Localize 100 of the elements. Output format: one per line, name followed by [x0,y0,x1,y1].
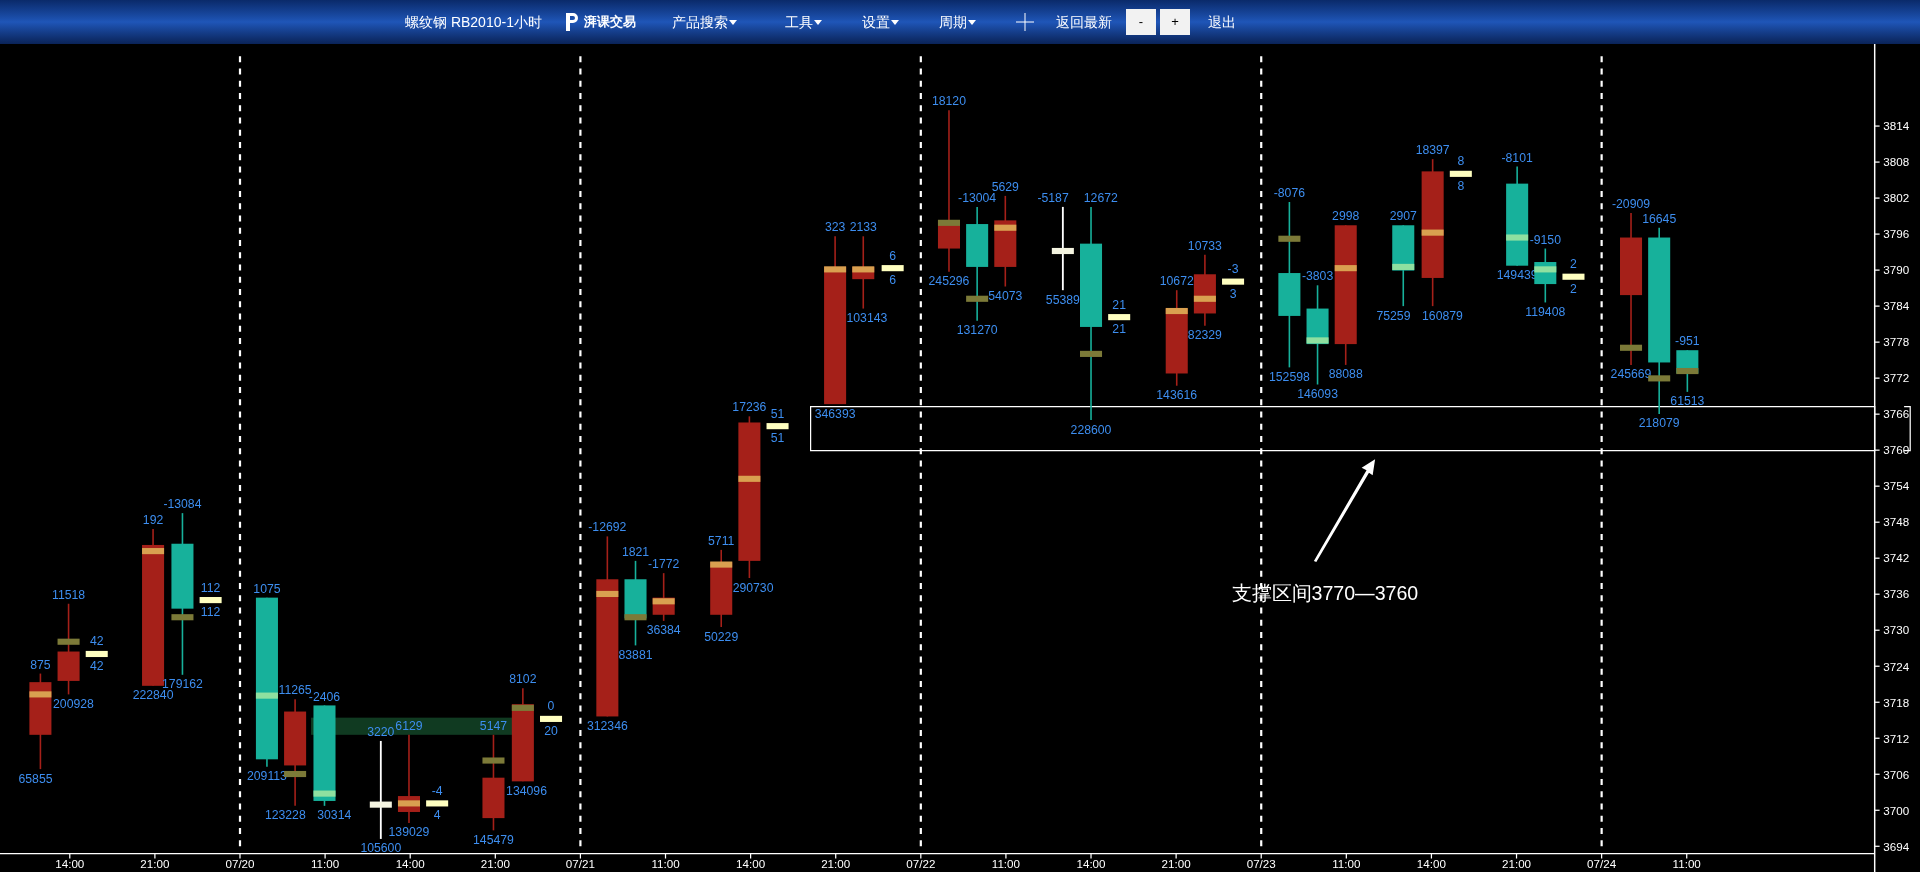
caret-icon [728,19,737,25]
volume-label: 42 [89,658,104,673]
axis-label: 3796 [1883,227,1910,241]
axis-label: 3742 [1883,551,1910,565]
axis-label: 3724 [1883,659,1910,673]
volume-label: 55389 [1045,292,1080,307]
price-tick [1306,337,1329,344]
volume-label: 2 [1570,281,1577,296]
axis-label: 11:00 [991,857,1021,871]
axis-label: 3706 [1883,767,1910,781]
volume-label: 82329 [1187,328,1222,343]
price-tick [1278,235,1301,242]
price-tick [1676,367,1699,375]
price-tick [511,704,534,711]
chart-title: 螺纹钢 RB2010-1小时 [405,12,542,32]
volume-label: 103143 [846,311,888,326]
axis-label: 11:00 [311,857,340,871]
price-tick [852,266,875,273]
axis-label: 3808 [1883,155,1910,169]
price-tick [652,598,675,605]
axis-label: 3754 [1883,479,1910,493]
volume-label: 2 [1570,257,1577,272]
menu-dropdown[interactable]: 设置 [861,11,899,33]
axis-label: 14:00 [736,857,766,871]
price-tick [710,561,733,568]
axis-label: 21:00 [821,857,851,871]
zoom-in-button[interactable]: + [1159,9,1190,35]
price-marker [85,650,108,658]
volume-label: 83881 [618,647,653,662]
return-latest-button[interactable]: 返回最新 [1055,11,1112,33]
volume-label: 131270 [956,323,998,338]
price-tick [397,800,420,807]
volume-label: -13004 [958,191,997,205]
volume-label: -8101 [1501,150,1533,165]
volume-label: 5147 [479,718,508,733]
volume-label: 218079 [1638,416,1680,431]
price-tick [1620,344,1643,351]
axis-label: 07/24 [1587,857,1617,871]
price-marker [1449,170,1472,177]
axis-label: 11:00 [1672,857,1701,871]
axis-label: 11:00 [651,857,680,871]
volume-label: -5187 [1037,191,1069,205]
volume-label: 18120 [931,94,966,109]
caret-icon [890,19,899,25]
annotation-text: 支撑区间3770—3760 [1231,582,1419,605]
volume-label: -4 [431,783,443,798]
price-marker [199,597,222,604]
axis-label: 3694 [1883,839,1910,853]
price-tick [313,790,336,797]
volume-label: 10733 [1187,238,1222,253]
volume-label: 36384 [646,623,681,638]
volume-label: 30314 [317,808,352,823]
price-marker [881,265,904,272]
volume-label: 0 [547,699,555,714]
volume-label: -12692 [588,520,627,535]
price-tick [1506,234,1529,241]
volume-label: 1821 [621,545,650,559]
volume-label: 312346 [586,718,628,733]
volume-label: 21 [1112,297,1126,312]
volume-label: 50229 [704,629,739,644]
menu-dropdown[interactable]: 工具 [784,11,822,33]
volume-label: 146093 [1297,387,1338,401]
price-marker [1562,273,1585,280]
volume-label: 346393 [814,406,856,421]
volume-label: 6129 [395,718,423,733]
volume-label: 17236 [732,400,767,415]
volume-label: 2133 [849,220,877,235]
volume-label: 11265 [278,683,312,698]
volume-label: 245669 [1610,367,1652,382]
price-tick [1193,295,1216,302]
price-tick [1421,229,1444,236]
volume-label: 2907 [1389,209,1417,224]
volume-label: 143616 [1156,388,1198,403]
axis-label: 3700 [1883,803,1910,817]
exit-button[interactable]: 退出 [1207,11,1236,33]
crosshair-icon[interactable] [1015,13,1034,31]
volume-label: 8 [1457,178,1465,193]
volume-label: 11518 [52,587,86,602]
zoom-out-button[interactable]: - [1125,9,1156,35]
volume-label: 875 [30,657,51,672]
volume-label: 123228 [264,808,306,823]
axis-label: 3784 [1883,299,1910,313]
volume-label: -1772 [648,557,680,572]
volume-label: 105600 [360,841,402,856]
price-tick [255,692,278,699]
price-tick [482,757,505,764]
axis-label: 3790 [1883,263,1910,277]
volume-label: 8102 [509,672,537,687]
volume-label: 245296 [928,274,970,289]
volume-label: 18397 [1415,143,1450,158]
menu-dropdown[interactable]: 产品搜索 [671,11,737,33]
axis-label: 3814 [1883,119,1910,133]
volume-label: 192 [142,513,164,528]
volume-label: 65855 [18,771,53,786]
volume-label: -8076 [1273,186,1306,201]
volume-label: 12672 [1083,191,1118,205]
volume-label: 222840 [132,688,174,703]
volume-label: -951 [1675,334,1700,349]
price-tick [738,475,761,482]
menu-dropdown[interactable]: 周期 [938,11,976,33]
